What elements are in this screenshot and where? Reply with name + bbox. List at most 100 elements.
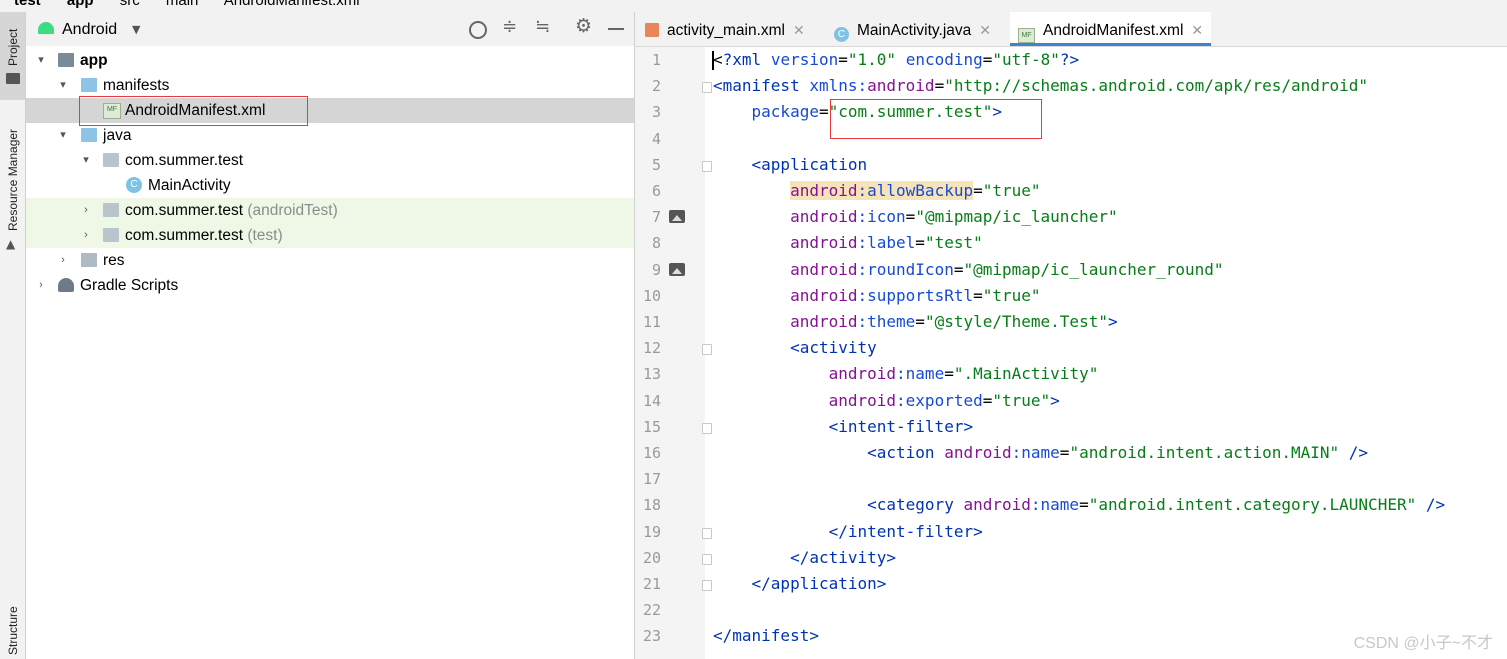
breadcrumb-item[interactable]: main [166,0,199,9]
tree-item-package-androidtest[interactable]: › com.summer.test (androidTest) [26,198,634,223]
resource-manager-icon: ▲ [6,237,16,251]
code-line[interactable]: 3 package="com.summer.test"> [635,99,1507,125]
close-icon[interactable]: ✕ [793,22,805,38]
code-line[interactable]: 14 android:exported="true"> [635,388,1507,414]
line-number: 20 [642,548,661,567]
code-line[interactable]: 1 <?xml version="1.0" encoding="utf-8"?> [635,47,1507,73]
code-line[interactable]: 10 android:supportsRtl="true" [635,283,1507,309]
code-line[interactable]: 9 android:roundIcon="@mipmap/ic_launcher… [635,257,1507,283]
tree-item-app[interactable]: ▾ app [26,48,634,73]
code-token: "true" [982,285,1041,305]
fold-marker-icon[interactable] [702,344,712,356]
tab-mainactivity[interactable]: C MainActivity.java ✕ [834,12,991,46]
chevron-right-icon[interactable]: › [79,198,93,223]
tree-item-res[interactable]: › res [26,248,634,273]
code-text: <?xml version="1.0" encoding="utf-8"?> [713,47,1079,73]
code-token: :theme [857,312,916,331]
fold-marker-icon[interactable] [702,580,712,591]
tab-label: activity_main.xml [667,22,785,39]
fold-marker-icon[interactable] [702,160,712,172]
project-tool-label[interactable]: Project [6,29,20,66]
resource-manager-tool-label[interactable]: Resource Manager [6,129,20,231]
close-icon[interactable]: ✕ [1191,22,1203,38]
tab-label: AndroidManifest.xml [1043,22,1184,39]
chevron-down-icon[interactable]: ▼ [132,12,140,48]
code-line[interactable]: 18 <category android:name="android.inten… [635,492,1507,518]
fold-marker-icon[interactable] [702,422,712,434]
tree-item-manifests[interactable]: ▾ manifests [26,73,634,98]
code-line[interactable]: 22 [635,597,1507,623]
code-line[interactable]: 16 <action android:name="android.intent.… [635,440,1507,466]
project-panel-header: Android ▼ ≑ ≒ ⚙ [26,12,634,46]
code-token: = [1079,495,1089,515]
tab-label: MainActivity.java [857,22,972,39]
expand-all-icon[interactable]: ≑ [502,16,517,37]
breadcrumb-item[interactable]: AndroidManifest.xml [224,0,360,9]
code-line[interactable]: 19 </intent-filter> [635,519,1507,545]
tree-item-gradle-scripts[interactable]: › Gradle Scripts [26,273,634,298]
class-icon: C [126,177,142,193]
tree-item-label: com.summer.test (androidTest) [125,202,338,219]
structure-tool-label[interactable]: Structure [6,606,20,655]
tree-item-mainactivity[interactable]: C MainActivity [26,173,634,198]
code-token: "android.intent.category.LAUNCHER" [1088,495,1417,515]
fold-marker-icon[interactable] [702,527,712,539]
tab-androidmanifest[interactable]: MF AndroidManifest.xml ✕ [1010,12,1212,46]
breadcrumb-item[interactable]: src [120,0,140,9]
line-number: 17 [642,470,661,489]
fold-marker-icon[interactable] [702,553,712,565]
breadcrumb-item[interactable]: app [67,0,94,9]
image-preview-icon[interactable] [669,210,685,224]
code-token: = [982,50,993,69]
tree-item-package-test[interactable]: › com.summer.test (test) [26,223,634,248]
view-selector[interactable]: Android [62,12,117,48]
code-line[interactable]: 7 android:icon="@mipmap/ic_launcher" [635,204,1507,230]
code-text: android:exported="true"> [713,388,1060,414]
chevron-down-icon[interactable]: ▾ [56,123,70,148]
gear-icon[interactable]: ⚙ [575,15,592,37]
code-line[interactable]: 17 [635,466,1507,492]
close-icon[interactable]: ✕ [979,22,991,38]
highlight-box [830,99,1042,139]
module-folder-icon [58,53,74,67]
code-line[interactable]: 4 [635,126,1507,152]
code-line[interactable]: 8 android:label="test" [635,230,1507,256]
code-token: ?> [1059,50,1080,69]
code-line[interactable]: 5 <application [635,152,1507,178]
code-line[interactable]: 20 </activity> [635,545,1507,571]
chevron-down-icon[interactable]: ▾ [56,73,70,98]
tree-item-package[interactable]: ▾ com.summer.test [26,148,634,173]
collapse-all-icon[interactable]: ≒ [535,16,550,37]
tab-activity-main[interactable]: activity_main.xml ✕ [645,12,805,46]
code-line[interactable]: 2 <manifest xmlns:android="http://schemas… [635,73,1507,99]
tree-item-java[interactable]: ▾ java [26,123,634,148]
fold-marker-icon[interactable] [702,82,712,94]
breadcrumb-item[interactable]: test [14,0,41,9]
code-line[interactable]: 11 android:theme="@style/Theme.Test"> [635,309,1507,335]
chevron-right-icon[interactable]: › [56,248,70,273]
code-line[interactable]: 12 <activity [635,335,1507,361]
code-text: <activity [713,335,877,361]
chevron-right-icon[interactable]: › [34,273,48,298]
code-line[interactable]: 21 </application> [635,571,1507,597]
code-token: android [867,76,935,96]
locate-icon[interactable] [469,21,487,39]
chevron-right-icon[interactable]: › [79,223,93,248]
code-line[interactable]: 15 <intent-filter> [635,414,1507,440]
code-line[interactable]: 6 android:allowBackup="true" [635,178,1507,204]
tool-window-strip [0,12,26,659]
image-preview-icon[interactable] [669,262,685,276]
hide-panel-icon[interactable] [608,28,624,30]
chevron-down-icon[interactable]: ▾ [79,148,93,173]
android-icon [38,22,54,34]
code-line[interactable]: 13 android:name=".MainActivity" [635,361,1507,387]
chevron-down-icon[interactable]: ▾ [34,48,48,73]
line-number: 19 [642,522,661,541]
code-text: android:name=".MainActivity" [713,361,1099,387]
